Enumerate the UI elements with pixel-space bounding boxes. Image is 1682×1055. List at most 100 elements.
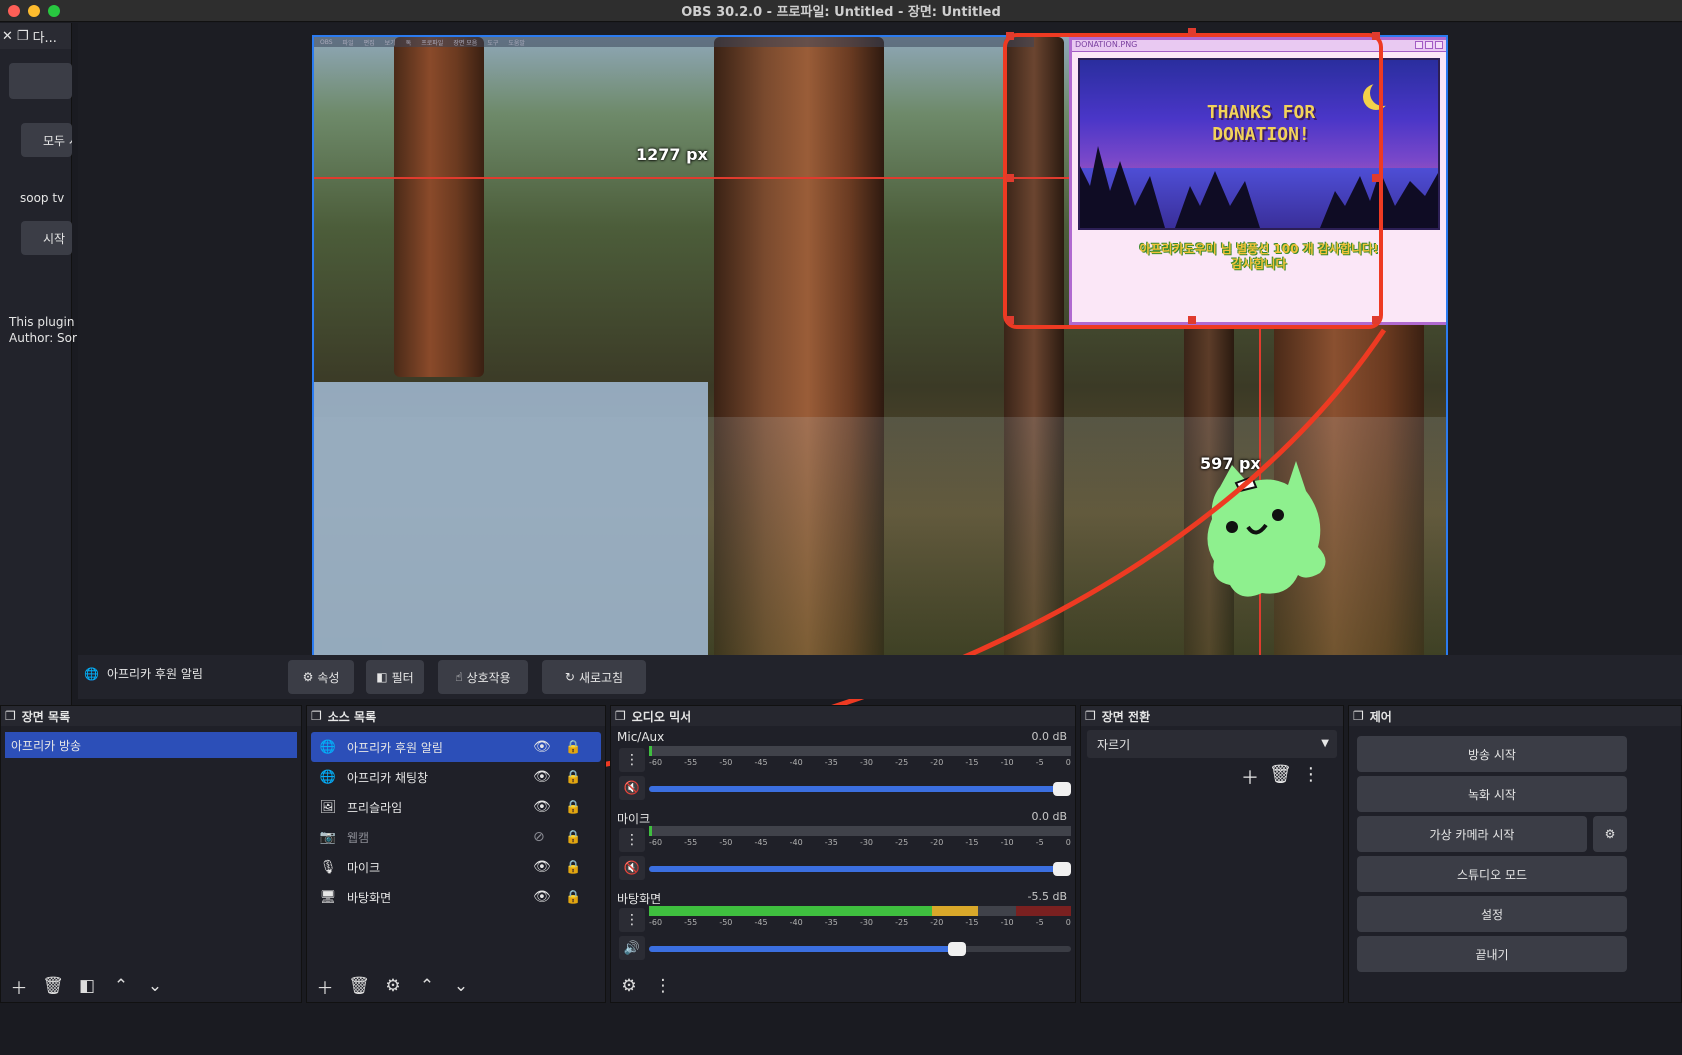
source-row[interactable]: 🌐 아프리카 후원 알림 👁 🔒 (311, 732, 601, 762)
globe-icon: 🌐 (319, 769, 337, 785)
scenes-toolbar: ＋ 🗑 ◧ ⌃ ⌄ (1, 970, 301, 1002)
mixer-channel-menu-button[interactable]: ⋮ (619, 828, 645, 852)
eye-icon[interactable]: 👁 (533, 739, 551, 755)
muted-speaker-icon[interactable]: 🔇 (619, 776, 645, 800)
refresh-button[interactable]: ↻ 새로고침 (542, 660, 646, 694)
eye-icon[interactable]: 👁 (533, 859, 551, 875)
filters-button[interactable]: ◧ 필터 (366, 660, 424, 694)
meter-tick-label: -15 (965, 758, 979, 767)
meter-tick-label: -20 (930, 758, 944, 767)
properties-button[interactable]: ⚙ 속성 (288, 660, 354, 694)
plugin-platform-label: soop tv (20, 191, 65, 205)
eye-slash-icon[interactable]: ⊘ (533, 829, 545, 845)
mixer-channel-name: 마이크 (617, 812, 651, 826)
lock-icon[interactable]: 🔒 (565, 890, 581, 905)
volume-slider[interactable] (649, 782, 1071, 796)
interact-button[interactable]: ☝ 상호작용 (438, 660, 528, 694)
camera-icon: 📷 (319, 829, 337, 845)
resize-handle[interactable] (1006, 174, 1014, 182)
eye-icon[interactable]: 👁 (533, 769, 551, 785)
add-scene-button[interactable]: ＋ (5, 973, 33, 999)
close-icon[interactable]: ✕ (2, 29, 13, 44)
meter-tick-label: -30 (859, 838, 874, 847)
muted-speaker-icon[interactable]: 🔇 (619, 856, 645, 880)
exit-button[interactable]: 끝내기 (1357, 936, 1627, 972)
slime-mascot-source[interactable] (1200, 457, 1330, 607)
resize-handle[interactable] (1188, 316, 1196, 324)
source-row[interactable]: 🎙 마이크 👁 🔒 (311, 852, 601, 882)
mixer-channel-menu-button[interactable]: ⋮ (619, 748, 645, 772)
image-icon: 🖼 (319, 799, 337, 815)
plugin-all-button[interactable]: 모두 시 (21, 123, 72, 157)
move-down-button[interactable]: ⌄ (141, 973, 169, 999)
mixer-channel-list: Mic/Aux 0.0 dB ⋮ -60 -55 -50 -45 -40 -35 -30 -25 -2… (611, 730, 1075, 968)
meter-tick-label: -45 (754, 918, 768, 927)
scene-filters-button[interactable]: ◧ (73, 973, 101, 999)
volume-slider[interactable] (649, 942, 1071, 956)
source-row[interactable]: 🌐 아프리카 채팅창 👁 🔒 (311, 762, 601, 792)
transition-menu-button[interactable]: ⋮ (1302, 764, 1320, 790)
plugin-start-button[interactable]: 시작 (21, 221, 72, 255)
speaker-icon[interactable]: 🔊 (619, 936, 645, 960)
dock-icon: ❐ (615, 709, 626, 723)
mixer-channel-db: -5.5 dB (1027, 890, 1068, 903)
resize-handle[interactable] (1372, 316, 1380, 324)
lock-icon[interactable]: 🔒 (565, 860, 581, 875)
settings-button[interactable]: 설정 (1357, 896, 1627, 932)
volume-meter (649, 826, 1071, 836)
lock-icon[interactable]: 🔒 (565, 800, 581, 815)
chat-overlay-source[interactable]: 0 (314, 382, 708, 673)
move-up-button[interactable]: ⌃ (413, 973, 441, 999)
start-recording-button[interactable]: 녹화 시작 (1357, 776, 1627, 812)
volume-slider-handle[interactable] (1053, 782, 1071, 796)
advanced-audio-button[interactable]: ⚙ (615, 973, 643, 999)
transition-select[interactable]: 자르기 ▼ (1087, 730, 1337, 758)
start-virtual-camera-button[interactable]: 가상 카메라 시작 (1357, 816, 1587, 852)
mixer-channel-menu-button[interactable]: ⋮ (619, 908, 645, 932)
move-down-button[interactable]: ⌄ (447, 973, 475, 999)
resize-handle[interactable] (1188, 28, 1196, 36)
lock-icon[interactable]: 🔒 (565, 830, 581, 845)
volume-slider-handle[interactable] (947, 942, 966, 956)
trash-icon[interactable]: 🗑 (345, 973, 373, 999)
eye-icon[interactable]: 👁 (533, 889, 551, 905)
meter-tick-label: -5 (1035, 918, 1044, 927)
source-row[interactable]: 🖼 프리슬라임 👁 🔒 (311, 792, 601, 822)
eye-icon[interactable]: 👁 (533, 799, 551, 815)
resize-handle[interactable] (1006, 316, 1014, 324)
move-up-button[interactable]: ⌃ (107, 973, 135, 999)
lock-icon[interactable]: 🔒 (565, 740, 581, 755)
lock-icon[interactable]: 🔒 (565, 770, 581, 785)
add-source-button[interactable]: ＋ (311, 973, 339, 999)
volume-slider-handle[interactable] (1053, 862, 1071, 876)
add-transition-button[interactable]: ＋ (1241, 764, 1259, 790)
audio-mixer-dock: ❐ 오디오 믹서 Mic/Aux 0.0 dB ⋮ -60 -55 -50 -45 -40 -3… (610, 705, 1076, 1003)
start-streaming-button[interactable]: 방송 시작 (1357, 736, 1627, 772)
source-row[interactable]: 🖥 바탕화면 👁 🔒 (311, 882, 601, 912)
resize-handle[interactable] (1372, 32, 1380, 40)
zoom-window-button[interactable] (48, 5, 60, 17)
window-title: OBS 30.2.0 - 프로파일: Untitled - 장면: Untitl… (681, 5, 1001, 20)
trash-icon[interactable]: 🗑 (1269, 764, 1292, 790)
source-row[interactable]: 📷 웹캠 ⊘ 🔒 (311, 822, 601, 852)
sources-toolbar: ＋ 🗑 ⚙ ⌃ ⌄ (307, 970, 605, 1002)
scenes-dock-header: ❐ 장면 목록 (1, 706, 301, 726)
plugin-dock: ✕ ❐ 다... 모두 시 soop tv 시작 This plugin Aut… (0, 23, 77, 737)
gear-icon[interactable]: ⚙ (379, 973, 407, 999)
minimize-window-button[interactable] (28, 5, 40, 17)
resize-handle[interactable] (1372, 174, 1380, 182)
volume-slider[interactable] (649, 862, 1071, 876)
meter-tick-label: -50 (719, 838, 733, 847)
close-window-button[interactable] (8, 5, 20, 17)
dock-icon: ❐ (1353, 709, 1364, 723)
meter-tick-label: -35 (824, 918, 838, 927)
virtual-camera-settings-button[interactable]: ⚙ (1593, 816, 1627, 852)
transition-actions: ＋ 🗑 ⋮ (1241, 764, 1320, 790)
plugin-input-box[interactable] (9, 63, 72, 99)
trash-icon[interactable]: 🗑 (39, 973, 67, 999)
properties-label: 속성 (317, 670, 340, 685)
scene-item[interactable]: 아프리카 방송 (5, 732, 297, 758)
mixer-menu-button[interactable]: ⋮ (649, 973, 677, 999)
resize-handle[interactable] (1006, 32, 1014, 40)
studio-mode-button[interactable]: 스튜디오 모드 (1357, 856, 1627, 892)
